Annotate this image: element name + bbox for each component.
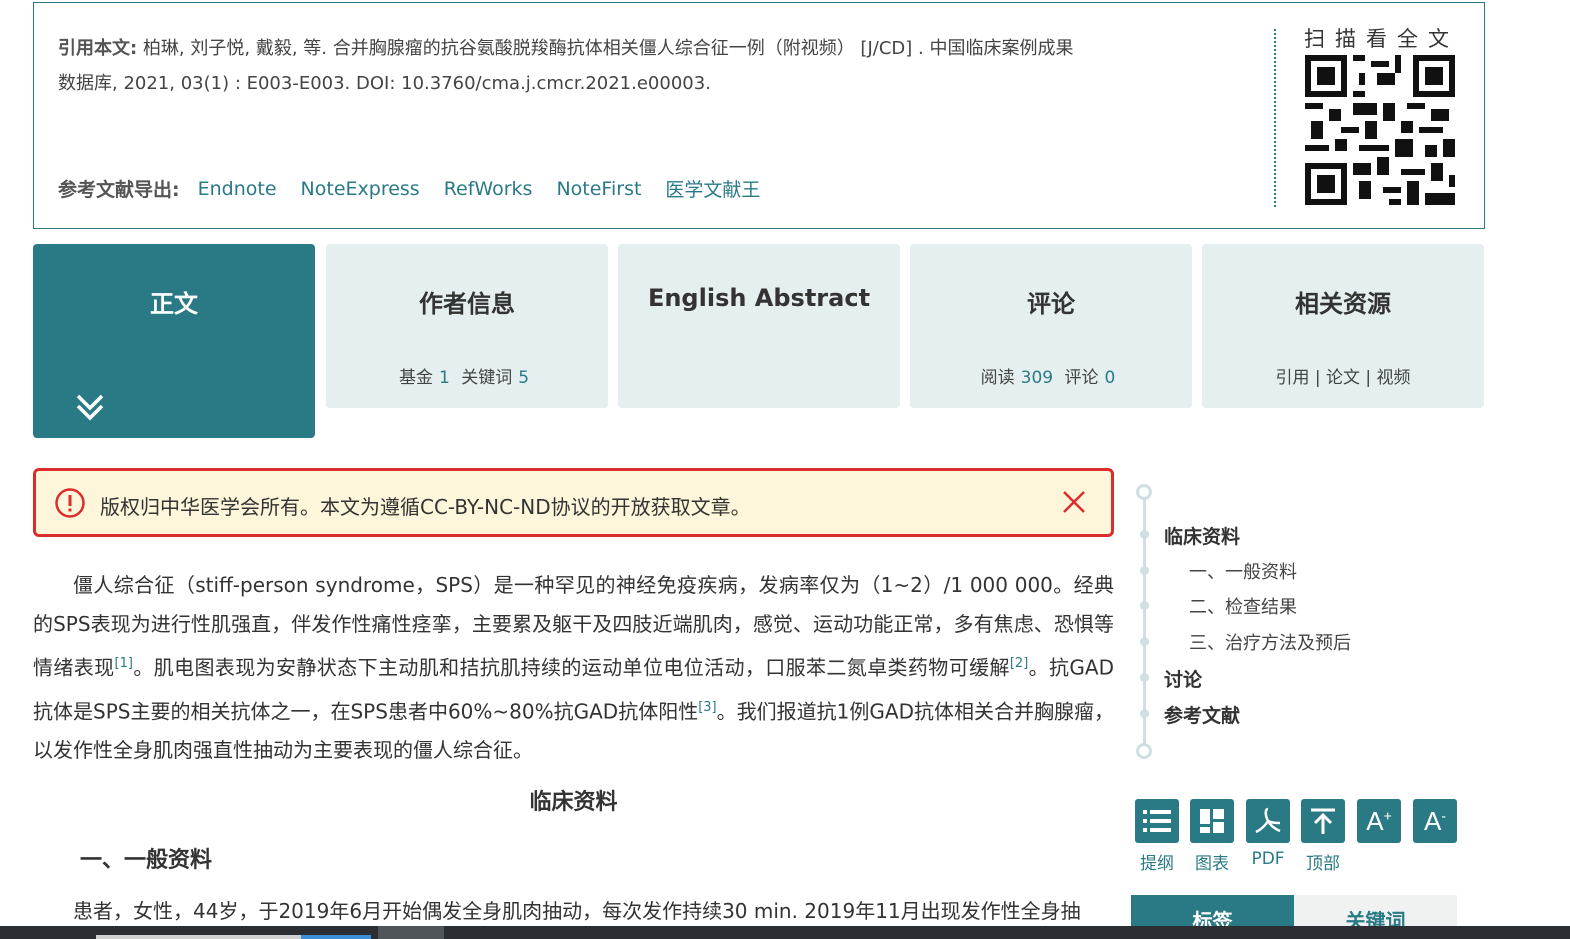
export-refworks-link[interactable]: RefWorks bbox=[444, 178, 533, 200]
reads-label: 阅读 bbox=[980, 368, 1015, 388]
tab-subinfo: 引用 | 论文 | 视频 bbox=[1275, 368, 1411, 388]
outline-item-discussion[interactable]: 讨论 bbox=[1164, 665, 1202, 692]
divider bbox=[1274, 29, 1276, 207]
outline-item-references[interactable]: 参考文献 bbox=[1164, 701, 1240, 728]
outline-dot bbox=[1140, 709, 1149, 718]
tab-keywords[interactable]: 关键词 bbox=[1294, 895, 1457, 933]
tab-main-text[interactable]: 正文 bbox=[33, 244, 315, 438]
outline-tool-button[interactable]: 提纲 bbox=[1135, 799, 1179, 874]
top-tool-button[interactable]: 顶部 bbox=[1301, 799, 1345, 874]
export-noteexpress-link[interactable]: NoteExpress bbox=[301, 178, 420, 200]
back-to-top-icon bbox=[1301, 799, 1345, 843]
subsection-heading: 一、一般资料 bbox=[80, 848, 213, 873]
citation-label: 引用本文: bbox=[58, 38, 138, 59]
tab-title: 作者信息 bbox=[419, 290, 515, 318]
outline-dot bbox=[1140, 673, 1149, 682]
figures-tool-button[interactable]: 图表 bbox=[1190, 799, 1234, 874]
pdf-icon bbox=[1246, 799, 1290, 843]
reference-link-3[interactable]: [3] bbox=[698, 700, 716, 715]
export-label: 参考文献导出: bbox=[58, 179, 180, 201]
pdf-tool-button[interactable]: PDF bbox=[1246, 799, 1290, 869]
taskbar-item[interactable] bbox=[378, 926, 444, 939]
export-notefirst-link[interactable]: NoteFirst bbox=[556, 178, 641, 200]
export-yixuewenxianwang-link[interactable]: 医学文献王 bbox=[665, 175, 760, 202]
font-decrease-icon: A- bbox=[1413, 799, 1457, 843]
reference-link-2[interactable]: [2] bbox=[1010, 656, 1028, 671]
tab-subinfo: 阅读 309 评论 0 bbox=[910, 363, 1192, 388]
keywords-count: 5 bbox=[518, 368, 530, 388]
taskbar-item[interactable] bbox=[301, 935, 371, 939]
outline-dot bbox=[1140, 530, 1149, 539]
tool-label: 提纲 bbox=[1140, 854, 1174, 874]
para-text: 。肌电图表现为安静状态下主动肌和拮抗肌持续的运动单位电位活动，口服苯二氮卓类药物… bbox=[132, 655, 1010, 680]
tab-title: 评论 bbox=[1027, 290, 1075, 318]
fund-count: 1 bbox=[438, 368, 450, 388]
outline-start-marker bbox=[1136, 484, 1152, 500]
intro-paragraph: 僵人综合征（stiff-person syndrome，SPS）是一种罕见的神经… bbox=[33, 566, 1114, 770]
tab-title: 正文 bbox=[150, 290, 198, 318]
fund-label: 基金 bbox=[398, 368, 433, 388]
os-taskbar bbox=[0, 926, 1570, 939]
outline-dot bbox=[1140, 601, 1149, 610]
outline-end-marker bbox=[1136, 743, 1152, 759]
outline-dot bbox=[1140, 637, 1149, 646]
tab-related-resources[interactable]: 相关资源 引用 | 论文 | 视频 bbox=[1202, 244, 1484, 408]
outline-item-general-data[interactable]: 一、一般资料 bbox=[1189, 558, 1297, 584]
font-decrease-button[interactable]: A- bbox=[1413, 799, 1457, 843]
taskbar-item[interactable] bbox=[96, 935, 301, 939]
reads-count: 309 bbox=[1020, 368, 1054, 388]
font-increase-icon: A+ bbox=[1357, 799, 1401, 843]
notice-text: 版权归中华医学会所有。本文为遵循CC-BY-NC-ND协议的开放获取文章。 bbox=[100, 495, 751, 519]
font-increase-button[interactable]: A+ bbox=[1357, 799, 1401, 843]
citation-line1: 柏琳, 刘子悦, 戴毅, 等. 合并胸腺瘤的抗谷氨酸脱羧酶抗体相关僵人综合征一例… bbox=[142, 38, 1074, 59]
section-heading: 临床资料 bbox=[529, 790, 618, 815]
close-icon[interactable] bbox=[1059, 487, 1089, 517]
tab-tags[interactable]: 标签 bbox=[1131, 895, 1294, 933]
reference-export: 参考文献导出: Endnote NoteExpress RefWorks Not… bbox=[58, 175, 784, 202]
keywords-label: 关键词 bbox=[461, 368, 513, 388]
comments-count: 0 bbox=[1104, 368, 1116, 388]
list-icon bbox=[1135, 799, 1179, 843]
outline-dot bbox=[1140, 566, 1149, 575]
qr-code-icon bbox=[1305, 55, 1455, 205]
tab-english-abstract[interactable]: English Abstract bbox=[618, 244, 900, 408]
outline-item-exam-results[interactable]: 二、检查结果 bbox=[1189, 593, 1297, 619]
tool-label: 图表 bbox=[1195, 854, 1229, 874]
tab-author-info[interactable]: 作者信息 基金 1 关键词 5 bbox=[326, 244, 608, 408]
tag-keyword-tabs: 标签 关键词 bbox=[1131, 895, 1457, 933]
citation-text: 引用本文: 柏琳, 刘子悦, 戴毅, 等. 合并胸腺瘤的抗谷氨酸脱羧酶抗体相关僵… bbox=[58, 31, 1178, 101]
tool-label: 顶部 bbox=[1306, 854, 1340, 874]
chart-grid-icon bbox=[1190, 799, 1234, 843]
reference-link-1[interactable]: [1] bbox=[115, 656, 133, 671]
tab-comments[interactable]: 评论 阅读 309 评论 0 bbox=[910, 244, 1192, 408]
chevron-double-down-icon bbox=[76, 394, 104, 421]
tab-title: 相关资源 bbox=[1295, 290, 1391, 318]
case-paragraph: 患者，女性，44岁，于2019年6月开始偶发全身肌肉抽动，每次发作持续30 mi… bbox=[73, 899, 1081, 923]
tab-subinfo: 基金 1 关键词 5 bbox=[326, 363, 608, 388]
citation-line2: 数据库, 2021, 03(1) : E003-E003. DOI: 10.37… bbox=[58, 73, 711, 94]
article-body: 僵人综合征（stiff-person syndrome，SPS）是一种罕见的神经… bbox=[33, 566, 1114, 770]
qr-title: 扫描看全文 bbox=[1304, 27, 1459, 51]
alert-circle-icon bbox=[55, 488, 85, 518]
outline-item-treatment[interactable]: 三、治疗方法及预后 bbox=[1189, 629, 1351, 655]
citation-panel: 引用本文: 柏琳, 刘子悦, 戴毅, 等. 合并胸腺瘤的抗谷氨酸脱羧酶抗体相关僵… bbox=[33, 2, 1485, 229]
tab-title: English Abstract bbox=[647, 284, 871, 312]
comments-label: 评论 bbox=[1064, 368, 1099, 388]
outline-item-clinical-data[interactable]: 临床资料 bbox=[1164, 522, 1240, 549]
copyright-notice: 版权归中华医学会所有。本文为遵循CC-BY-NC-ND协议的开放获取文章。 bbox=[33, 468, 1114, 537]
export-endnote-link[interactable]: Endnote bbox=[198, 178, 277, 200]
tool-label: PDF bbox=[1251, 849, 1285, 869]
